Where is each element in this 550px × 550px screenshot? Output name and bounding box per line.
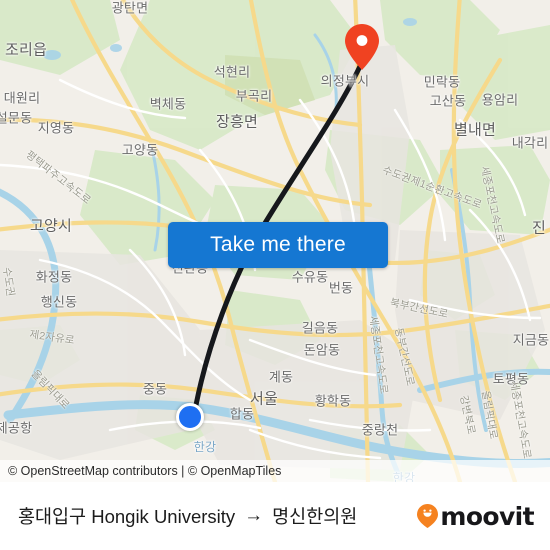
- attribution-text: © OpenStreetMap contributors | © OpenMap…: [8, 464, 282, 478]
- map-attribution: © OpenStreetMap contributors | © OpenMap…: [0, 460, 550, 482]
- map-canvas[interactable]: 광탄면 조리읍 석현리 의정부시 민락동 부곡리 대원리 용암리 고산동 벽체동 장흥면 설문동 지영동…: [0, 0, 550, 482]
- arrow-right-icon: →: [244, 505, 264, 526]
- moovit-pin-icon: [417, 504, 439, 528]
- moovit-logo[interactable]: moovit: [417, 501, 535, 531]
- trip-summary: 홍대입구 Hongik University → 명신한의원: [18, 503, 357, 529]
- moovit-trip-screen: 광탄면 조리읍 석현리 의정부시 민락동 부곡리 대원리 용암리 고산동 벽체동 장흥면 설문동 지영동…: [0, 0, 550, 550]
- take-me-there-button[interactable]: Take me there: [168, 222, 388, 268]
- moovit-wordmark: moovit: [440, 501, 534, 531]
- destination-pin-icon[interactable]: [345, 24, 379, 70]
- origin-marker[interactable]: [176, 403, 204, 431]
- trip-origin-label: 홍대입구 Hongik University: [18, 506, 236, 527]
- trip-destination-label: 명신한의원: [272, 506, 358, 527]
- trip-footer: 홍대입구 Hongik University → 명신한의원 moovit: [0, 482, 550, 550]
